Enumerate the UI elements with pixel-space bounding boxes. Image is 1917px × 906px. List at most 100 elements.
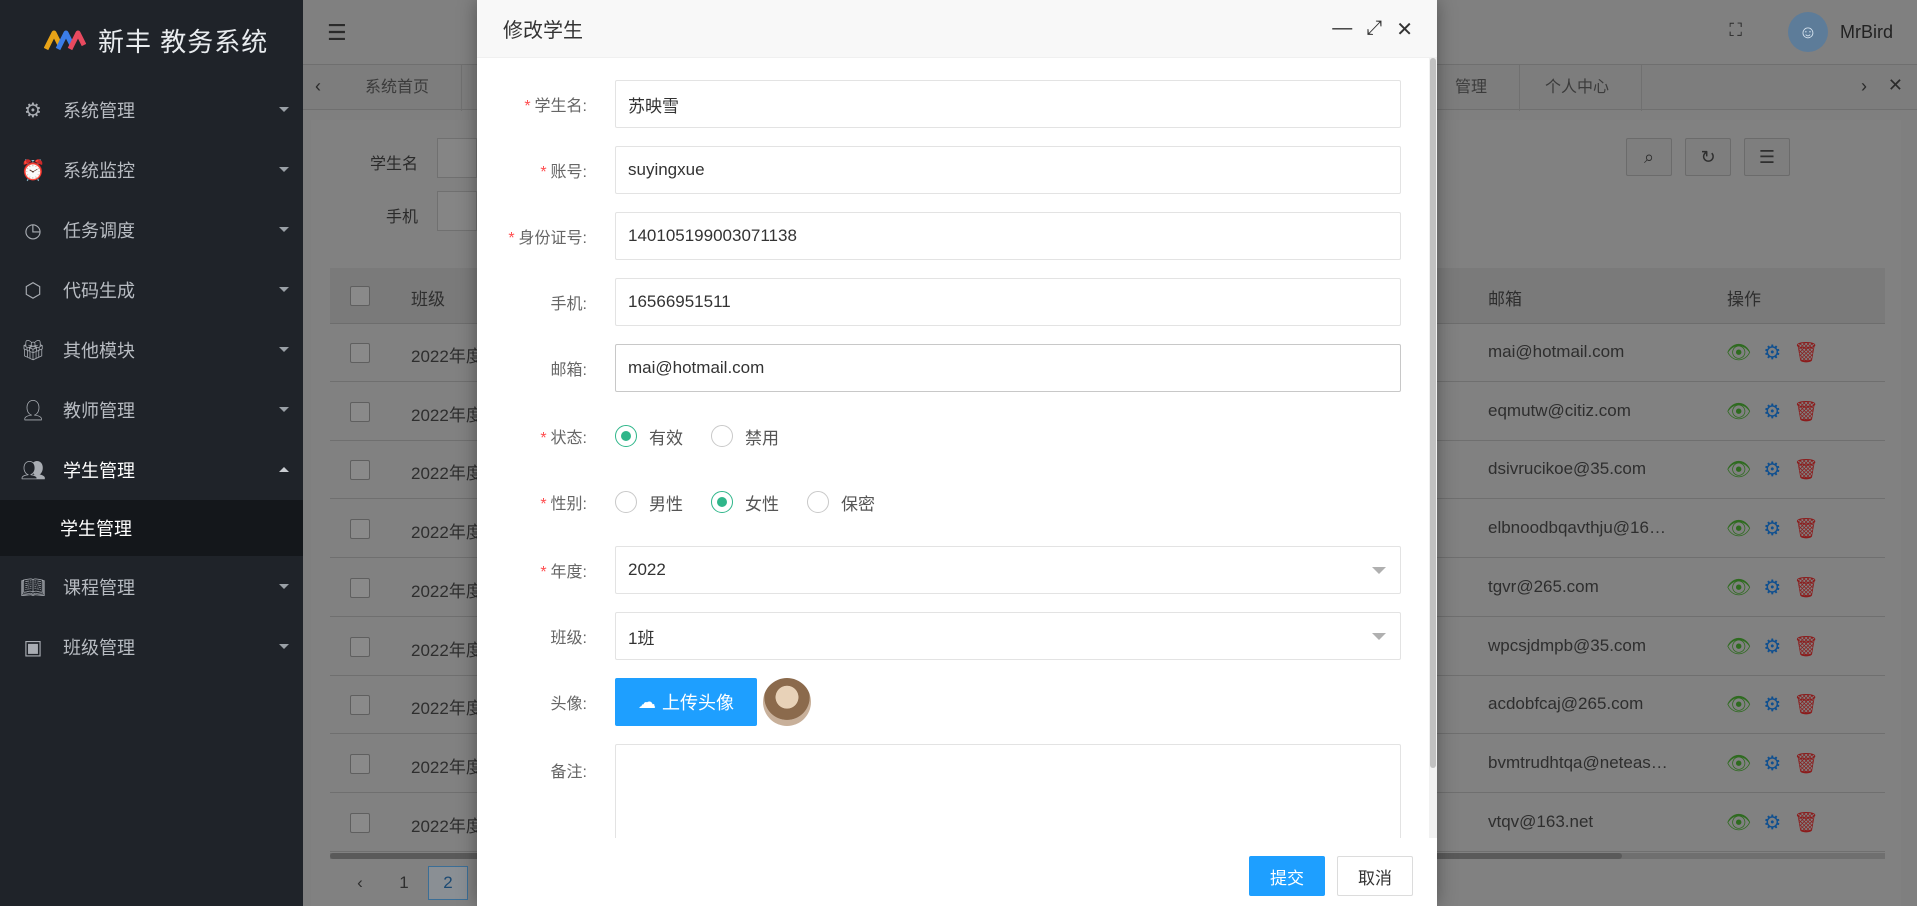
account-input[interactable]: suyingxue — [615, 146, 1401, 194]
trash-icon[interactable]: 🗑︎ — [1793, 634, 1818, 659]
sidebar-item-codegen[interactable]: ⬡ 代码生成 — [0, 260, 303, 320]
columns-button[interactable]: ☰ — [1744, 138, 1790, 176]
close-icon[interactable]: ✕ — [1396, 17, 1413, 42]
sidebar-item-teachers[interactable]: 👤︎ 教师管理 — [0, 380, 303, 440]
vertical-scrollbar-thumb[interactable] — [1430, 58, 1436, 768]
sidebar-item-label: 系统监控 — [63, 161, 135, 181]
search-button[interactable]: ⌕ — [1626, 138, 1672, 176]
gear-icon[interactable]: ⚙ — [1763, 457, 1781, 482]
pager-page-1[interactable]: 1 — [384, 866, 424, 900]
eye-icon[interactable]: 👁︎ — [1726, 810, 1751, 835]
row-checkbox[interactable] — [350, 754, 370, 774]
sidebar-item-monitor[interactable]: ⏰ 系统监控 — [0, 140, 303, 200]
status-radio-group: 有效 禁用 — [615, 424, 779, 449]
trash-icon[interactable]: 🗑︎ — [1793, 457, 1818, 482]
form-row-idcard: * 身份证号: 140105199003071138 — [477, 212, 1437, 260]
eye-icon[interactable]: 👁︎ — [1726, 751, 1751, 776]
cell-email: dsivrucikoe@35.com — [1488, 459, 1647, 478]
gear-icon[interactable]: ⚙ — [1763, 634, 1781, 659]
eye-icon[interactable]: 👁︎ — [1726, 457, 1751, 482]
pager-prev-button[interactable]: ‹ — [340, 866, 380, 900]
username: MrBird — [1840, 21, 1893, 42]
select-all-checkbox[interactable] — [350, 286, 370, 306]
gear-icon[interactable]: ⚙ — [1763, 751, 1781, 776]
book-icon: 📖︎ — [20, 576, 46, 599]
row-checkbox[interactable] — [350, 402, 370, 422]
idcard-input[interactable]: 140105199003071138 — [615, 212, 1401, 260]
cancel-button[interactable]: 取消 — [1337, 856, 1413, 896]
phone-input[interactable]: 16566951511 — [615, 278, 1401, 326]
minimize-icon[interactable]: — — [1332, 17, 1352, 42]
chevron-down-icon — [1372, 633, 1386, 640]
eye-icon[interactable]: 👁︎ — [1726, 634, 1751, 659]
eye-icon[interactable]: 👁︎ — [1726, 399, 1751, 424]
row-checkbox[interactable] — [350, 519, 370, 539]
eye-icon[interactable]: 👁︎ — [1726, 516, 1751, 541]
reset-button[interactable]: ↻ — [1685, 138, 1731, 176]
gear-icon[interactable]: ⚙ — [1763, 810, 1781, 835]
row-checkbox[interactable] — [350, 813, 370, 833]
tabs-prev-icon[interactable]: ‹ — [315, 76, 321, 97]
status-valid-label: 有效 — [649, 428, 683, 448]
chevron-down-icon — [279, 287, 289, 292]
trash-icon[interactable]: 🗑︎ — [1793, 399, 1818, 424]
menu-toggle-icon[interactable]: ☰ — [327, 20, 347, 46]
gender-secret-radio[interactable]: 保密 — [807, 490, 875, 515]
status-valid-radio[interactable]: 有效 — [615, 424, 683, 449]
sidebar-item-classes[interactable]: ▣ 班级管理 — [0, 617, 303, 677]
eye-icon[interactable]: 👁︎ — [1726, 692, 1751, 717]
gear-icon[interactable]: ⚙ — [1763, 399, 1781, 424]
filter-phone-input[interactable] — [437, 191, 477, 231]
sidebar-item-system[interactable]: ⚙ 系统管理 — [0, 80, 303, 140]
eye-icon[interactable]: 👁︎ — [1726, 340, 1751, 365]
tabs-close-icon[interactable]: ✕ — [1888, 75, 1903, 96]
fullscreen-icon[interactable]: ⛶ — [1729, 20, 1742, 41]
trash-icon[interactable]: 🗑︎ — [1793, 692, 1818, 717]
user-menu[interactable]: ☺ MrBird — [1788, 12, 1893, 52]
sidebar-item-other[interactable]: 🎁︎ 其他模块 — [0, 320, 303, 380]
upload-avatar-button[interactable]: ☁ 上传头像 — [615, 678, 757, 726]
sidebar-item-jobs[interactable]: ◷ 任务调度 — [0, 200, 303, 260]
trash-icon[interactable]: 🗑︎ — [1793, 810, 1818, 835]
upload-avatar-label: 上传头像 — [662, 693, 734, 713]
row-checkbox[interactable] — [350, 695, 370, 715]
trash-icon[interactable]: 🗑︎ — [1793, 751, 1818, 776]
maximize-icon[interactable]: ⤢ — [1366, 17, 1382, 42]
sidebar-item-label: 课程管理 — [63, 578, 135, 598]
gear-icon[interactable]: ⚙ — [1763, 516, 1781, 541]
tab-manage[interactable]: 管理 — [1423, 65, 1521, 111]
class-select[interactable]: 1班 — [615, 612, 1401, 660]
gear-icon[interactable]: ⚙ — [1763, 575, 1781, 600]
trash-icon[interactable]: 🗑︎ — [1793, 575, 1818, 600]
row-checkbox[interactable] — [350, 460, 370, 480]
gender-female-radio[interactable]: 女性 — [711, 490, 779, 515]
email-input[interactable]: mai@hotmail.com — [615, 344, 1401, 392]
eye-icon[interactable]: 👁︎ — [1726, 575, 1751, 600]
tab-profile[interactable]: 个人中心 — [1513, 65, 1643, 111]
row-checkbox[interactable] — [350, 578, 370, 598]
sidebar-subitem-student-manage[interactable]: 学生管理 — [0, 500, 303, 556]
sidebar-item-courses[interactable]: 📖︎ 课程管理 — [0, 557, 303, 617]
year-select[interactable]: 2022 — [615, 546, 1401, 594]
filter-student-name-input[interactable] — [437, 138, 477, 178]
gear-icon[interactable]: ⚙ — [1763, 692, 1781, 717]
row-actions: 👁︎ ⚙ 🗑︎ — [1726, 457, 1819, 482]
trash-icon[interactable]: 🗑︎ — [1793, 516, 1818, 541]
status-disabled-radio[interactable]: 禁用 — [711, 424, 779, 449]
sidebar-item-students[interactable]: 👥︎ 学生管理 — [0, 440, 303, 500]
name-label: * 学生名: — [477, 92, 587, 116]
student-name-input[interactable]: 苏映雪 — [615, 80, 1401, 128]
tab-home[interactable]: 系统首页 — [333, 65, 463, 111]
gender-male-radio[interactable]: 男性 — [615, 490, 683, 515]
remark-textarea[interactable] — [615, 744, 1401, 838]
submit-button[interactable]: 提交 — [1249, 856, 1325, 896]
cell-class: 2022年度 — [411, 699, 483, 718]
sidebar-item-label: 教师管理 — [63, 401, 135, 421]
gear-icon[interactable]: ⚙ — [1763, 340, 1781, 365]
tabs-next-icon[interactable]: › — [1861, 76, 1867, 97]
row-checkbox[interactable] — [350, 637, 370, 657]
trash-icon[interactable]: 🗑︎ — [1793, 340, 1818, 365]
row-checkbox[interactable] — [350, 343, 370, 363]
vertical-scrollbar[interactable] — [1429, 58, 1437, 838]
pager-page-2[interactable]: 2 — [428, 866, 468, 900]
